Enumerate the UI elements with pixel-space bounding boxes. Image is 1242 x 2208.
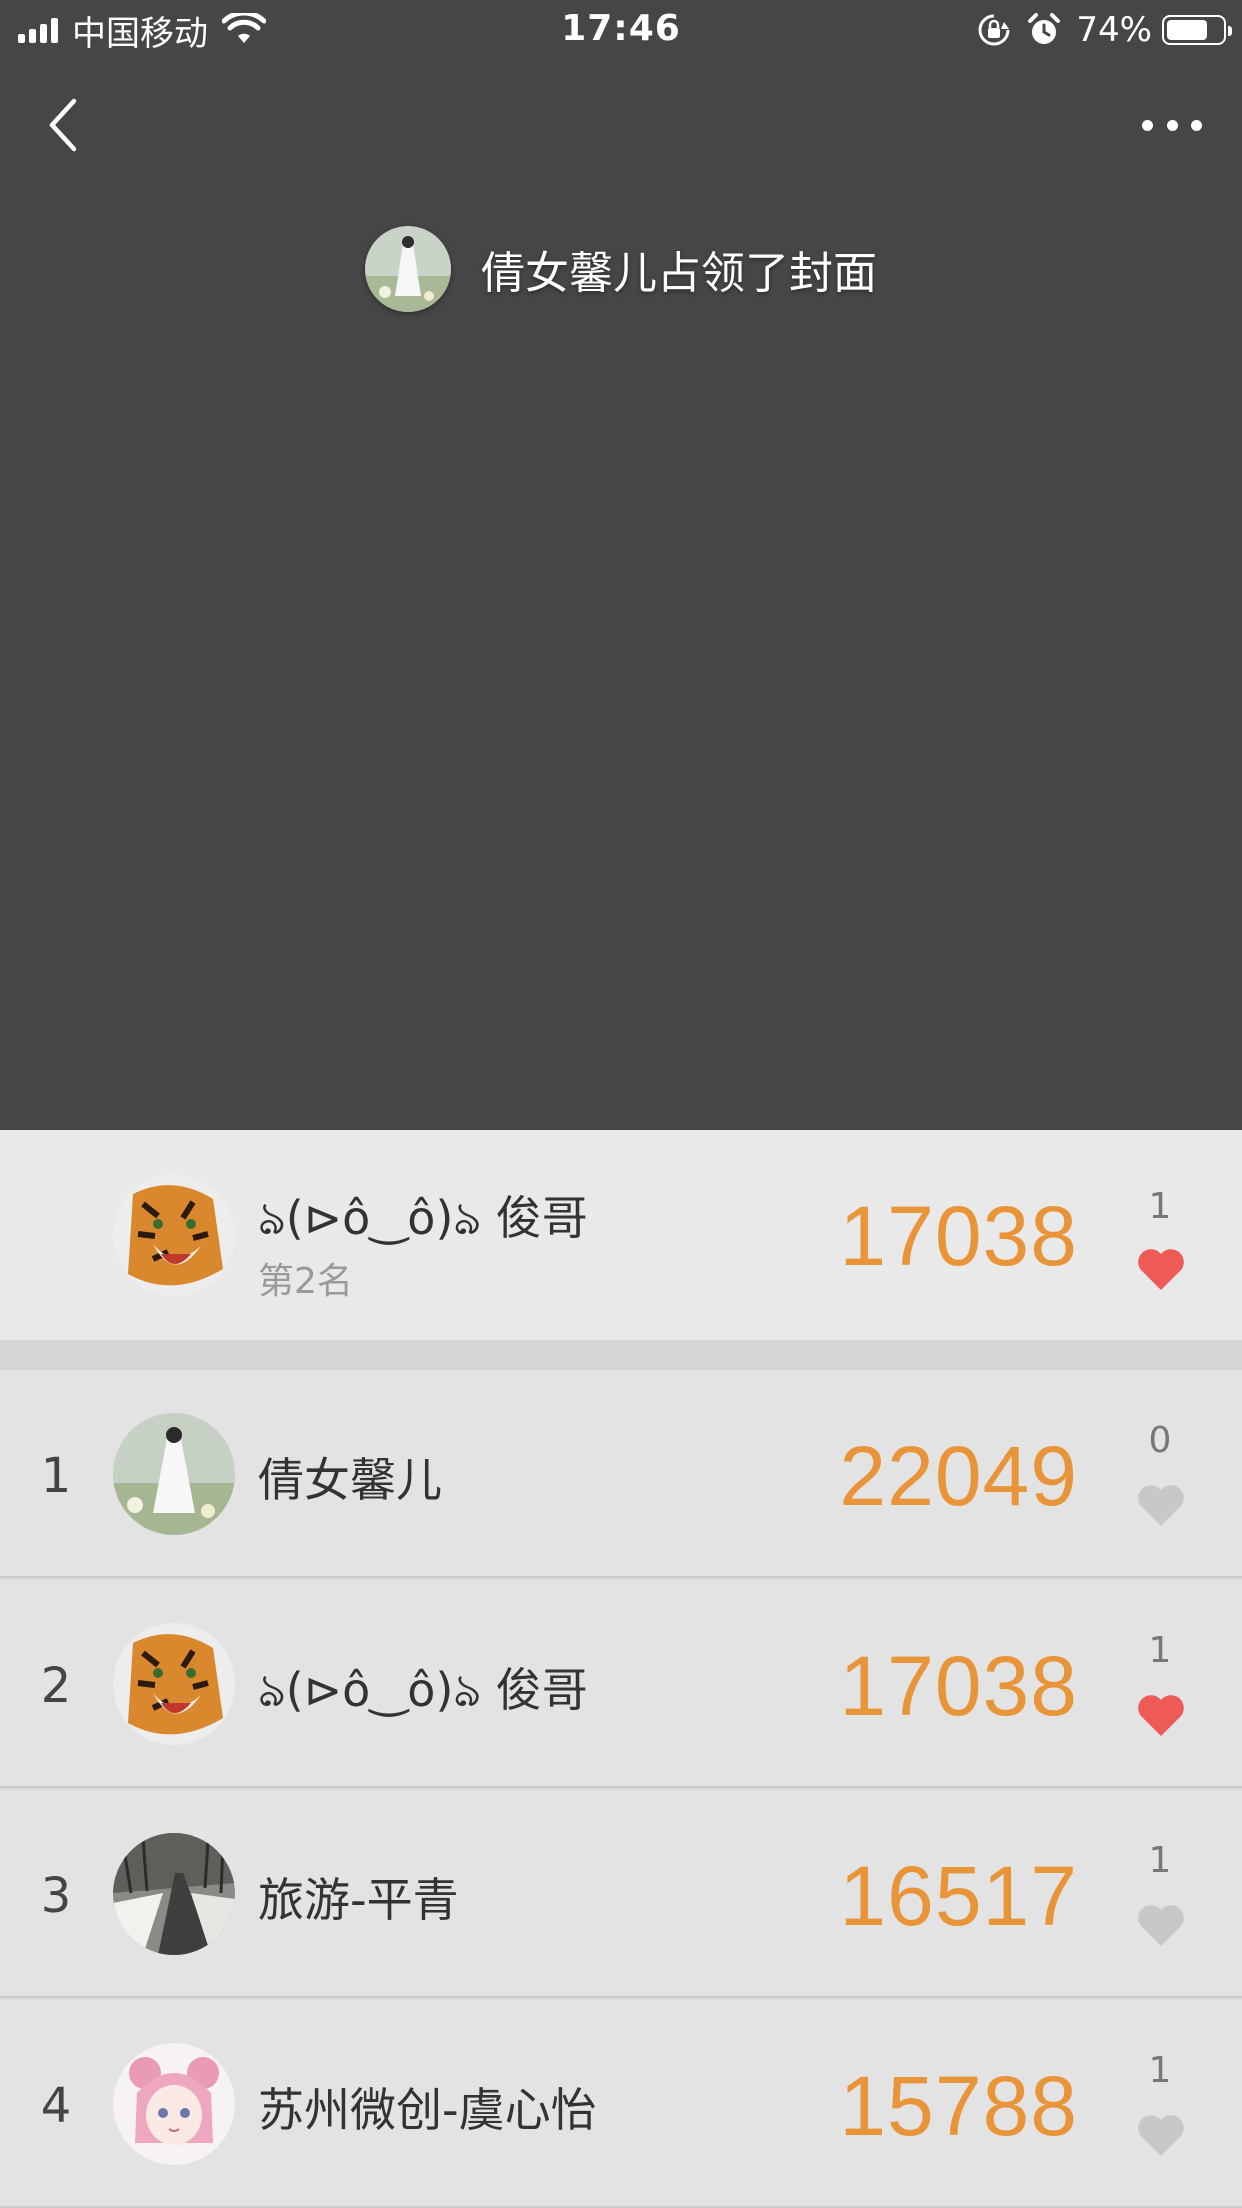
heart-icon[interactable] — [1135, 2112, 1187, 2158]
my-entry-score: 17038 — [839, 1189, 1078, 1283]
ranking-list: ঌ(⊳ô‿ô)ঌ 俊哥 第2名 17038 1 1 倩女馨儿 22049 0 2… — [0, 1130, 1242, 2208]
status-bar: 中国移动 17:46 74% — [0, 0, 1242, 60]
battery-tip — [1228, 26, 1232, 36]
heart-icon[interactable] — [1135, 1902, 1187, 1948]
player-score: 22049 — [839, 1429, 1078, 1523]
player-name: 苏州微创-虞心怡 — [258, 2083, 597, 2137]
like-count: 1 — [1148, 1840, 1172, 1881]
heart-icon[interactable] — [1135, 1692, 1187, 1738]
tiger-avatar[interactable] — [113, 1623, 235, 1745]
player-score: 17038 — [839, 1639, 1078, 1733]
player-name: ঌ(⊳ô‿ô)ঌ 俊哥 — [258, 1663, 588, 1717]
tiger-avatar[interactable] — [113, 1174, 235, 1296]
my-ranking-row[interactable]: ঌ(⊳ô‿ô)ঌ 俊哥 第2名 17038 1 — [0, 1130, 1242, 1340]
player-name: 倩女馨儿 — [258, 1453, 442, 1507]
heart-icon[interactable] — [1135, 1246, 1187, 1292]
player-name: 旅游-平青 — [258, 1873, 459, 1927]
cover-area: 中国移动 17:46 74% 倩女馨儿占领了封面 — [0, 0, 1242, 1130]
rank-number: 1 — [40, 1448, 72, 1504]
player-score: 16517 — [839, 1849, 1078, 1943]
like-count: 0 — [1148, 1420, 1172, 1461]
ranking-row[interactable]: 4 苏州微创-虞心怡 15788 1 — [0, 2000, 1242, 2208]
rotation-lock-icon — [978, 14, 1010, 46]
like-count: 1 — [1148, 2050, 1172, 2091]
status-right: 74% — [976, 10, 1232, 50]
battery-icon — [1162, 15, 1232, 45]
my-entry-rank: 第2名 — [258, 1261, 353, 1302]
player-score: 15788 — [839, 2059, 1078, 2153]
my-entry-like-count: 1 — [1148, 1186, 1172, 1227]
rank-number: 2 — [40, 1658, 72, 1714]
rank-number: 3 — [40, 1868, 72, 1924]
wechat-sports-ranking-page: 中国移动 17:46 74% 倩女馨儿占领了封面 ঌ(⊳ô‿ô)ঌ 俊哥 第2名… — [0, 0, 1242, 2208]
more-dots-icon[interactable] — [1142, 105, 1202, 145]
cover-owner-avatar[interactable] — [365, 226, 451, 312]
battery-percent: 74% — [1076, 10, 1152, 50]
cover-owner-text: 倩女馨儿占领了封面 — [481, 248, 877, 299]
like-count: 1 — [1148, 1630, 1172, 1671]
cover-owner: 倩女馨儿占领了封面 — [0, 226, 1242, 312]
heart-icon[interactable] — [1135, 1482, 1187, 1528]
rank-number: 4 — [40, 2078, 72, 2134]
ranking-row[interactable]: 1 倩女馨儿 22049 0 — [0, 1370, 1242, 1578]
battery-fill — [1167, 20, 1207, 40]
girl-avatar[interactable] — [113, 1413, 235, 1535]
section-divider — [0, 1340, 1242, 1370]
snow-road-avatar[interactable] — [113, 1833, 235, 1955]
anime-girl-avatar[interactable] — [113, 2043, 235, 2165]
ranking-row[interactable]: 2 ঌ(⊳ô‿ô)ঌ 俊哥 17038 1 — [0, 1580, 1242, 1788]
alarm-icon — [1028, 13, 1061, 44]
ranking-row[interactable]: 3 旅游-平青 16517 1 — [0, 1790, 1242, 1998]
chevron-left-icon[interactable] — [40, 95, 90, 155]
my-entry-name: ঌ(⊳ô‿ô)ঌ 俊哥 — [258, 1191, 588, 1245]
